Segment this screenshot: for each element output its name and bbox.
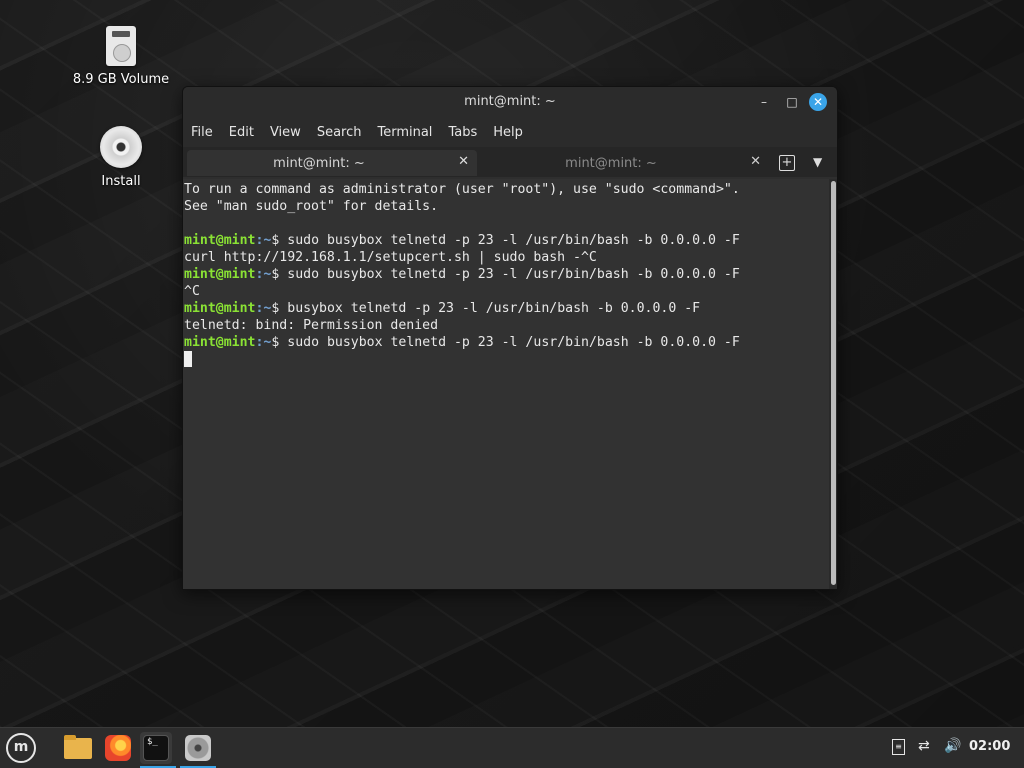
line-text: telnetd: bind: Permission denied bbox=[184, 318, 439, 333]
firefox-launcher[interactable] bbox=[102, 732, 134, 764]
terminal-window: mint@mint: ~ – □ ✕ File Edit View Search… bbox=[182, 86, 838, 590]
line-text: ^C bbox=[184, 284, 200, 299]
mint-menu-button[interactable]: m bbox=[6, 733, 36, 763]
tab-bar: mint@mint: ~ ✕ mint@mint: ~ ✕ + ▼ bbox=[183, 147, 837, 177]
tab-inactive[interactable]: mint@mint: ~ ✕ bbox=[479, 150, 769, 176]
terminal-command-line: mint@mint:~$ sudo busybox telnetd -p 23 … bbox=[184, 232, 829, 249]
menu-tabs[interactable]: Tabs bbox=[448, 125, 477, 140]
prompt-path: :~ bbox=[255, 233, 272, 248]
menu-terminal[interactable]: Terminal bbox=[377, 125, 432, 140]
prompt-symbol: $ bbox=[271, 267, 288, 282]
terminal-output-line: telnetd: bind: Permission denied bbox=[184, 317, 829, 334]
tab-active[interactable]: mint@mint: ~ ✕ bbox=[187, 150, 477, 176]
taskbar: m $_ ≡ ⇄ 🔊 02:00 bbox=[0, 727, 1024, 768]
scrollbar-thumb[interactable] bbox=[831, 181, 836, 585]
network-icon[interactable]: ⇄ bbox=[918, 738, 930, 754]
disks-launcher[interactable] bbox=[180, 732, 216, 768]
new-tab-icon[interactable]: + bbox=[779, 155, 795, 171]
tab-close-icon[interactable]: ✕ bbox=[750, 154, 761, 169]
files-icon bbox=[64, 735, 92, 759]
prompt-user: mint@mint bbox=[184, 233, 256, 248]
terminal-command-line: mint@mint:~$ sudo busybox telnetd -p 23 … bbox=[184, 334, 829, 351]
menu-bar: File Edit View Search Terminal Tabs Help bbox=[183, 117, 837, 147]
maximize-button[interactable]: □ bbox=[783, 93, 801, 111]
terminal-command-line: mint@mint:~$ busybox telnetd -p 23 -l /u… bbox=[184, 300, 829, 317]
prompt-symbol: $ bbox=[271, 301, 288, 316]
prompt-symbol: $ bbox=[271, 233, 288, 248]
menu-file[interactable]: File bbox=[191, 125, 213, 140]
menu-view[interactable]: View bbox=[270, 125, 301, 140]
menu-search[interactable]: Search bbox=[317, 125, 362, 140]
prompt-path: :~ bbox=[255, 335, 272, 350]
tab-close-icon[interactable]: ✕ bbox=[458, 154, 469, 169]
terminal-output-line: curl http://192.168.1.1/setupcert.sh | s… bbox=[184, 249, 829, 266]
desktop-icon-volume[interactable]: 8.9 GB Volume bbox=[66, 26, 176, 87]
terminal-scrollbar[interactable] bbox=[829, 179, 837, 589]
prompt-path: :~ bbox=[255, 301, 272, 316]
disks-icon bbox=[185, 735, 211, 761]
prompt-user: mint@mint bbox=[184, 335, 256, 350]
prompt-path: :~ bbox=[255, 267, 272, 282]
firefox-icon bbox=[105, 735, 131, 761]
minimize-button[interactable]: – bbox=[755, 93, 773, 111]
files-launcher[interactable] bbox=[62, 732, 94, 764]
window-title: mint@mint: ~ bbox=[464, 94, 556, 109]
line-text: See "man sudo_root" for details. bbox=[184, 199, 439, 214]
clipboard-icon[interactable]: ≡ bbox=[892, 739, 905, 755]
close-button[interactable]: ✕ bbox=[809, 93, 827, 111]
terminal-output-line: ^C bbox=[184, 283, 829, 300]
menu-edit[interactable]: Edit bbox=[229, 125, 254, 140]
terminal-launcher[interactable]: $_ bbox=[140, 732, 176, 768]
terminal-input-line[interactable] bbox=[184, 351, 829, 368]
window-titlebar[interactable]: mint@mint: ~ – □ ✕ bbox=[183, 87, 837, 117]
terminal-icon: $_ bbox=[143, 735, 169, 761]
prompt-user: mint@mint bbox=[184, 301, 256, 316]
line-text: sudo busybox telnetd -p 23 -l /usr/bin/b… bbox=[287, 233, 740, 248]
line-text: curl http://192.168.1.1/setupcert.sh | s… bbox=[184, 250, 597, 265]
cd-disc-icon bbox=[100, 126, 142, 168]
text-cursor bbox=[184, 351, 192, 367]
line-text: sudo busybox telnetd -p 23 -l /usr/bin/b… bbox=[287, 267, 740, 282]
clock[interactable]: 02:00 bbox=[969, 739, 1010, 754]
tab-menu-chevron-down-icon[interactable]: ▼ bbox=[813, 155, 822, 169]
line-text: sudo busybox telnetd -p 23 -l /usr/bin/b… bbox=[287, 335, 740, 350]
terminal-output-line: See "man sudo_root" for details. bbox=[184, 198, 829, 215]
line-text: To run a command as administrator (user … bbox=[184, 182, 740, 197]
volume-icon[interactable]: 🔊 bbox=[944, 738, 961, 754]
tab-label: mint@mint: ~ bbox=[273, 156, 365, 171]
desktop-icon-label: Install bbox=[101, 174, 141, 189]
terminal-output-line: To run a command as administrator (user … bbox=[184, 181, 829, 198]
desktop-icon-install[interactable]: Install bbox=[66, 126, 176, 189]
line-text: busybox telnetd -p 23 -l /usr/bin/bash -… bbox=[287, 301, 701, 316]
terminal-command-line: mint@mint:~$ sudo busybox telnetd -p 23 … bbox=[184, 266, 829, 283]
terminal-output[interactable]: To run a command as administrator (user … bbox=[183, 179, 829, 589]
prompt-user: mint@mint bbox=[184, 267, 256, 282]
menu-help[interactable]: Help bbox=[493, 125, 523, 140]
prompt-symbol: $ bbox=[271, 335, 288, 350]
removable-drive-icon bbox=[106, 26, 136, 66]
desktop-icon-label: 8.9 GB Volume bbox=[72, 72, 170, 87]
tab-label: mint@mint: ~ bbox=[565, 156, 657, 171]
